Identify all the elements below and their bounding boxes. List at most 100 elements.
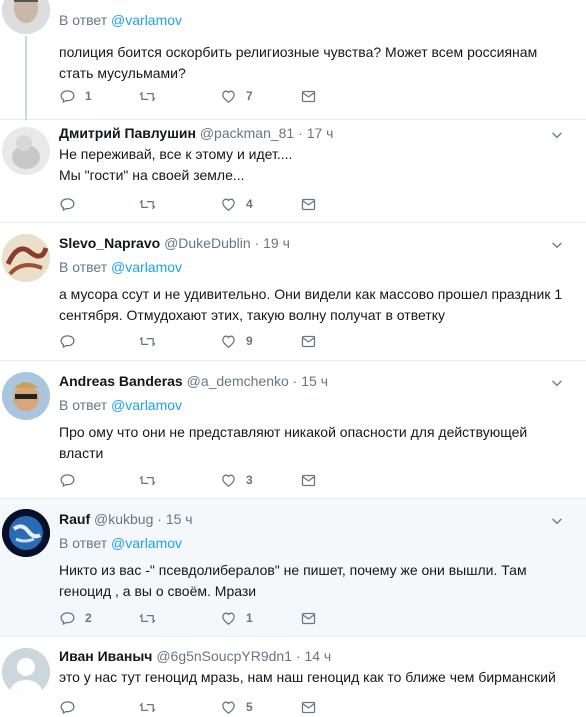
reply-icon <box>59 699 76 716</box>
reply-button[interactable]: 1 <box>59 86 92 106</box>
reply-icon <box>59 333 76 350</box>
retweet-icon <box>139 196 156 213</box>
reply-mention-link[interactable]: @varlamov <box>111 535 182 551</box>
user-name[interactable]: Rauf <box>59 511 90 527</box>
reply-count: 1 <box>85 89 92 103</box>
tweet[interactable]: Иван Иваныч @6g5nSoucpYR9dn1 · 14 ч это … <box>0 637 586 717</box>
timestamp[interactable]: 15 ч <box>301 373 328 389</box>
message-icon <box>300 333 317 350</box>
reply-mention-link[interactable]: @varlamov <box>111 397 182 413</box>
tweet-header: Rauf @kukbug · 15 ч <box>59 509 572 529</box>
tweet[interactable]: В ответ @varlamov полиция боится оскорби… <box>0 0 586 120</box>
user-handle[interactable]: @packman_81 <box>200 125 294 141</box>
reply-context: В ответ @varlamov <box>59 259 183 275</box>
message-button[interactable] <box>300 697 317 717</box>
user-name[interactable]: Иван Иваныч <box>59 648 152 664</box>
message-button[interactable] <box>300 194 317 214</box>
tweet-text: это у нас тут геноцид мразь, нам наш ген… <box>59 669 556 685</box>
tweet[interactable]: Slevo_Napravo @DukeDublin · 19 ч В ответ… <box>0 223 586 361</box>
separator-dot: · <box>295 648 301 664</box>
reply-context: В ответ @varlamov <box>59 535 183 551</box>
avatar[interactable] <box>2 509 50 557</box>
like-icon <box>220 610 237 627</box>
chevron-down-icon[interactable] <box>550 238 564 252</box>
user-handle[interactable]: @a_demchenko <box>187 373 289 389</box>
retweet-button[interactable] <box>139 608 156 628</box>
tweet-text: полиция боится оскорбить религиозные чув… <box>59 44 538 81</box>
message-button[interactable] <box>300 470 317 490</box>
user-name[interactable]: Дмитрий Павлушин <box>59 125 196 141</box>
reply-count: 2 <box>85 611 92 625</box>
like-icon <box>220 88 237 105</box>
reply-button[interactable] <box>59 470 76 490</box>
reply-mention-link[interactable]: @varlamov <box>111 12 182 28</box>
retweet-button[interactable] <box>139 194 156 214</box>
retweet-button[interactable] <box>139 331 156 351</box>
timestamp[interactable]: 15 ч <box>166 511 193 527</box>
like-button[interactable]: 7 <box>220 86 253 106</box>
user-name[interactable]: Andreas Banderas <box>59 373 183 389</box>
chevron-down-icon[interactable] <box>550 514 564 528</box>
message-icon <box>300 699 317 716</box>
timestamp[interactable]: 17 ч <box>307 125 334 141</box>
reply-mention-link[interactable]: @varlamov <box>111 259 182 275</box>
retweet-icon <box>139 472 156 489</box>
like-count: 3 <box>246 473 253 487</box>
like-count: 9 <box>246 334 253 348</box>
reply-icon <box>59 88 76 105</box>
user-handle[interactable]: @6g5nSoucpYR9dn1 <box>156 648 292 664</box>
tweet[interactable]: Andreas Banderas @a_demchenko · 15 ч В о… <box>0 361 586 499</box>
separator-dot: · <box>254 235 260 251</box>
like-button[interactable]: 9 <box>220 331 253 351</box>
avatar[interactable] <box>2 372 50 420</box>
like-button[interactable]: 5 <box>220 697 253 717</box>
avatar[interactable] <box>2 234 50 282</box>
reply-context: В ответ @varlamov <box>59 12 183 28</box>
like-icon <box>220 472 237 489</box>
user-name[interactable]: Slevo_Napravo <box>59 235 160 251</box>
user-handle[interactable]: @DukeDublin <box>164 235 251 251</box>
retweet-button[interactable] <box>139 470 156 490</box>
message-icon <box>300 196 317 213</box>
avatar[interactable] <box>2 0 50 34</box>
like-icon <box>220 699 237 716</box>
like-count: 1 <box>246 611 253 625</box>
retweet-button[interactable] <box>139 86 156 106</box>
reply-icon <box>59 196 76 213</box>
tweet-text: Никто из вас -" псевдолибералов" не пише… <box>59 562 527 599</box>
reply-button[interactable] <box>59 331 76 351</box>
chevron-down-icon[interactable] <box>550 128 564 142</box>
avatar[interactable] <box>2 127 50 175</box>
separator-dot: · <box>292 373 298 389</box>
like-count: 5 <box>246 700 253 714</box>
tweet-header: Дмитрий Павлушин @packman_81 · 17 ч <box>59 123 572 143</box>
user-handle[interactable]: @kukbug <box>94 511 153 527</box>
reply-button[interactable] <box>59 194 76 214</box>
like-button[interactable]: 1 <box>220 608 253 628</box>
separator-dot: · <box>298 125 303 141</box>
tweet-header: Иван Иваныч @6g5nSoucpYR9dn1 · 14 ч <box>59 646 572 666</box>
message-button[interactable] <box>300 608 317 628</box>
message-icon <box>300 610 317 627</box>
like-icon <box>220 333 237 350</box>
retweet-icon <box>139 610 156 627</box>
reply-icon <box>59 472 76 489</box>
chevron-down-icon[interactable] <box>550 376 564 390</box>
reply-button[interactable]: 2 <box>59 608 92 628</box>
message-icon <box>300 472 317 489</box>
retweet-button[interactable] <box>139 697 156 717</box>
reply-button[interactable] <box>59 697 76 717</box>
avatar[interactable] <box>2 648 50 696</box>
tweet-header: Slevo_Napravo @DukeDublin · 19 ч <box>59 233 572 253</box>
retweet-icon <box>139 699 156 716</box>
like-button[interactable]: 4 <box>220 194 253 214</box>
timestamp[interactable]: 14 ч <box>304 648 331 664</box>
tweet[interactable]: Дмитрий Павлушин @packman_81 · 17 ч Не п… <box>0 120 586 223</box>
message-button[interactable] <box>300 331 317 351</box>
message-button[interactable] <box>300 86 317 106</box>
tweet-text: а мусора ссут и не удивительно. Они виде… <box>59 286 563 323</box>
tweet[interactable]: Rauf @kukbug · 15 ч В ответ @varlamov Ни… <box>0 499 586 637</box>
timestamp[interactable]: 19 ч <box>263 235 290 251</box>
like-button[interactable]: 3 <box>220 470 253 490</box>
like-icon <box>220 196 237 213</box>
